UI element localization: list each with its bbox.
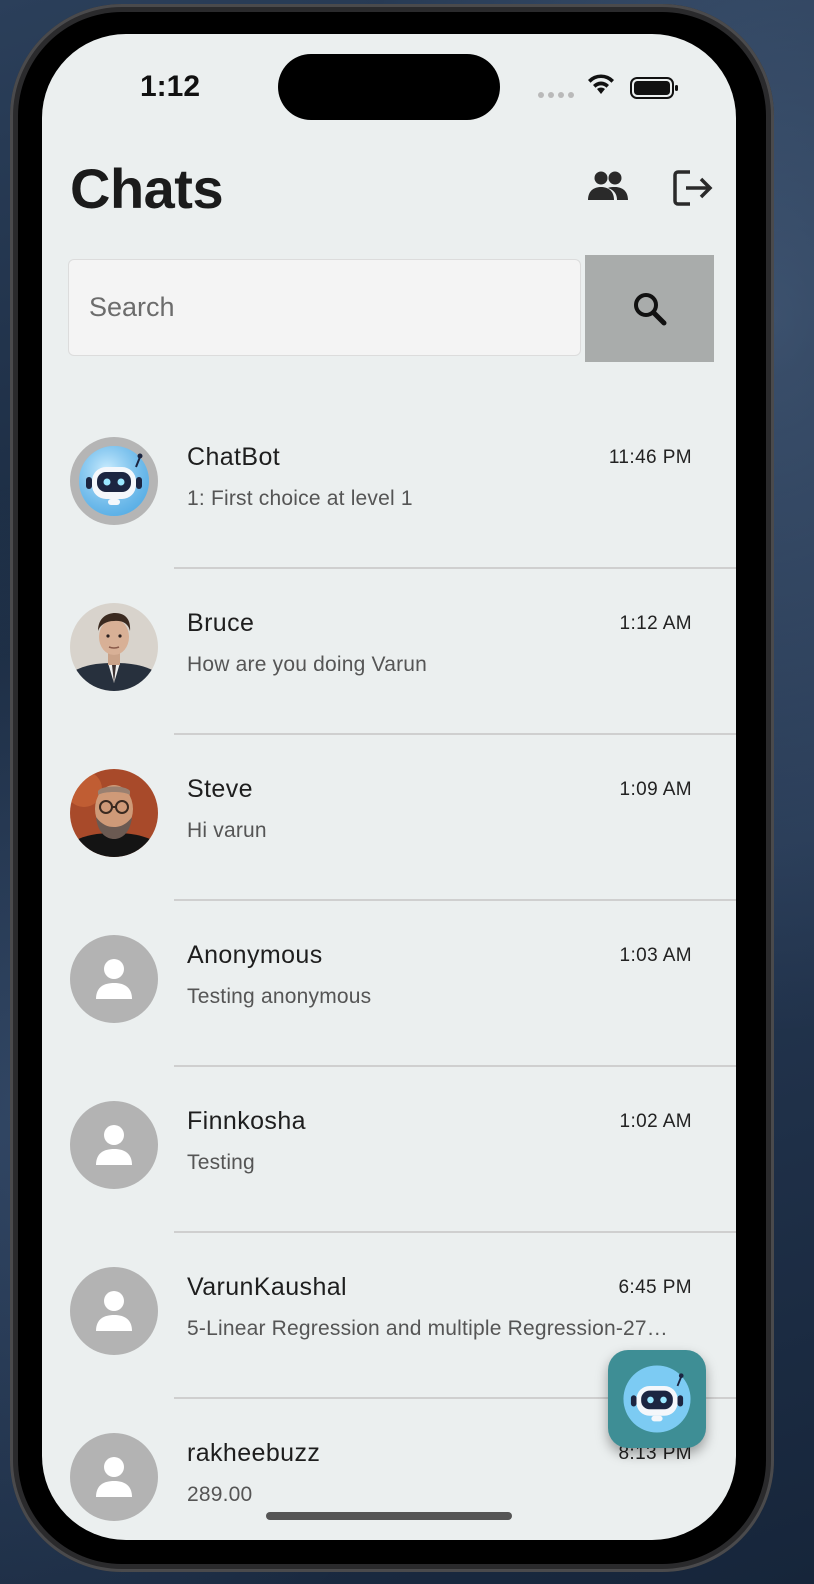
default-avatar bbox=[70, 1433, 158, 1521]
search-field[interactable] bbox=[68, 259, 581, 356]
chatbot-avatar bbox=[70, 437, 158, 525]
person-icon bbox=[96, 1457, 132, 1497]
person-photo-icon bbox=[70, 769, 158, 857]
dynamic-island bbox=[278, 54, 500, 120]
home-indicator[interactable] bbox=[266, 1512, 512, 1520]
chat-time: 1:09 AM bbox=[619, 779, 692, 800]
battery-icon bbox=[630, 77, 678, 99]
status-time: 1:12 bbox=[140, 70, 201, 103]
chat-name: Finnkosha bbox=[187, 1107, 306, 1135]
chat-name: ChatBot bbox=[187, 443, 281, 471]
chat-time: 1:03 AM bbox=[619, 945, 692, 966]
chat-name: Anonymous bbox=[187, 941, 323, 969]
logout-icon[interactable] bbox=[672, 168, 714, 208]
chat-name: rakheebuzz bbox=[187, 1439, 321, 1467]
chat-row[interactable]: Anonymous Testing anonymous 1:03 AM bbox=[42, 901, 736, 1067]
chatbot-fab-button[interactable] bbox=[608, 1350, 706, 1448]
search-input[interactable] bbox=[69, 260, 580, 355]
default-avatar bbox=[70, 1267, 158, 1355]
chat-name: Bruce bbox=[187, 609, 255, 637]
chat-last-message: How are you doing Varun bbox=[187, 653, 428, 676]
default-avatar bbox=[70, 935, 158, 1023]
person-icon bbox=[96, 1125, 132, 1165]
chat-last-message: Hi varun bbox=[187, 819, 267, 842]
chat-last-message: 1: First choice at level 1 bbox=[187, 487, 413, 510]
chat-last-message: Testing anonymous bbox=[187, 985, 372, 1008]
chat-row[interactable]: ChatBot 1: First choice at level 1 11:46… bbox=[42, 403, 736, 569]
chatbot-icon bbox=[623, 1365, 691, 1433]
app-screen: 1:12 Chats Search ChatBot 1: First choic… bbox=[42, 34, 736, 1540]
chat-name: Steve bbox=[187, 775, 253, 803]
chat-name: VarunKaushal bbox=[187, 1273, 348, 1301]
person-photo-icon bbox=[70, 603, 158, 691]
robot-icon bbox=[79, 446, 149, 516]
chat-time: 6:45 PM bbox=[618, 1277, 692, 1298]
avatar-photo bbox=[70, 603, 158, 691]
chat-last-message: 5-Linear Regression and multiple Regress… bbox=[187, 1317, 668, 1340]
avatar-photo bbox=[70, 769, 158, 857]
chat-last-message: 289.00 bbox=[187, 1483, 253, 1506]
chat-time: 1:12 AM bbox=[619, 613, 692, 634]
chat-time: 1:02 AM bbox=[619, 1111, 692, 1132]
chat-time: 11:46 PM bbox=[608, 447, 692, 468]
chat-row[interactable]: Steve Hi varun 1:09 AM bbox=[42, 735, 736, 901]
wifi-icon bbox=[588, 74, 614, 94]
person-icon bbox=[96, 959, 132, 999]
chat-last-message: Testing bbox=[187, 1151, 255, 1174]
search-icon bbox=[633, 292, 666, 325]
chat-row[interactable]: Finnkosha Testing 1:02 AM bbox=[42, 1067, 736, 1233]
cellular-signal-icon bbox=[538, 92, 574, 98]
default-avatar bbox=[70, 1101, 158, 1189]
chat-row[interactable]: Bruce How are you doing Varun 1:12 AM bbox=[42, 569, 736, 735]
search-button[interactable] bbox=[585, 255, 714, 362]
page-title: Chats bbox=[70, 157, 224, 220]
people-icon[interactable] bbox=[586, 170, 630, 202]
person-icon bbox=[96, 1291, 132, 1331]
